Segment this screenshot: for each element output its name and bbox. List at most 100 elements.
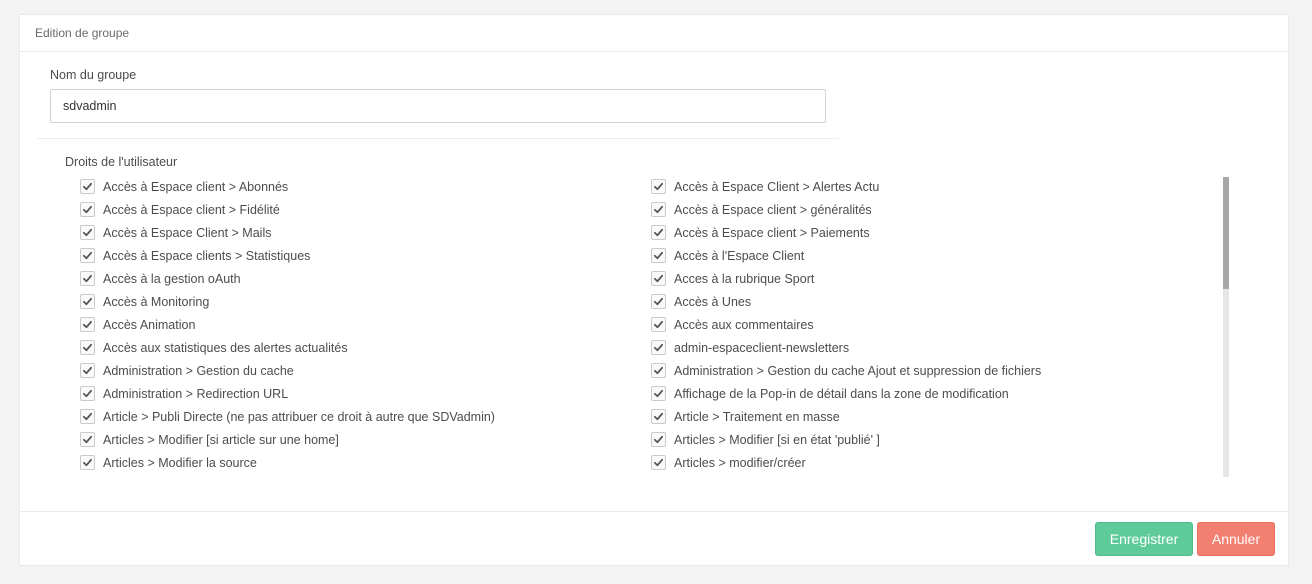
right-checkbox[interactable] — [651, 225, 666, 240]
right-checkbox[interactable] — [651, 432, 666, 447]
right-checkbox[interactable] — [651, 455, 666, 470]
right-checkbox[interactable] — [80, 455, 95, 470]
right-item[interactable]: Accès à Espace client > généralités — [651, 198, 1041, 221]
right-item[interactable]: Articles > Modifier [si en état 'publié'… — [651, 428, 1041, 451]
checkmark-icon — [653, 435, 664, 444]
rights-scrollbar[interactable] — [1223, 177, 1229, 477]
right-checkbox[interactable] — [80, 432, 95, 447]
checkmark-icon — [653, 251, 664, 260]
checkmark-icon — [82, 343, 93, 352]
checkmark-icon — [82, 251, 93, 260]
right-checkbox[interactable] — [651, 179, 666, 194]
rights-list[interactable]: Accès à Espace client > Abonnés Accès à E… — [80, 175, 1230, 477]
right-checkbox[interactable] — [651, 409, 666, 424]
right-label: Accès à Espace Client > Alertes Actu — [674, 179, 880, 194]
right-item[interactable]: Acces à la rubrique Sport — [651, 267, 1041, 290]
checkmark-icon — [82, 182, 93, 191]
checkmark-icon — [82, 458, 93, 467]
right-item[interactable]: Articles > modifier/créer — [651, 451, 1041, 474]
right-label: Accès à Espace clients > Statistiques — [103, 248, 311, 263]
right-checkbox[interactable] — [80, 179, 95, 194]
right-label: Accès à Espace client > généralités — [674, 202, 872, 217]
right-checkbox[interactable] — [80, 409, 95, 424]
right-label: Accès aux commentaires — [674, 317, 814, 332]
right-label: Accès à Unes — [674, 294, 752, 309]
right-checkbox[interactable] — [651, 271, 666, 286]
right-label: Article > Traitement en masse — [674, 409, 840, 424]
right-checkbox[interactable] — [80, 317, 95, 332]
checkmark-icon — [653, 320, 664, 329]
checkmark-icon — [653, 228, 664, 237]
right-item[interactable]: Accès à la gestion oAuth — [80, 267, 495, 290]
right-label: Accès à la gestion oAuth — [103, 271, 241, 286]
right-item[interactable]: Accès à Monitoring — [80, 290, 495, 313]
right-checkbox[interactable] — [651, 202, 666, 217]
right-checkbox[interactable] — [80, 363, 95, 378]
right-checkbox[interactable] — [651, 363, 666, 378]
right-item[interactable]: Accès à Espace client > Fidélité — [80, 198, 495, 221]
scrollbar-thumb[interactable] — [1223, 177, 1229, 289]
right-item[interactable]: admin-espaceclient-newsletters — [651, 336, 1041, 359]
right-item[interactable]: Accès à Espace client > Abonnés — [80, 175, 495, 198]
right-label: Affichage de la Pop-in de détail dans la… — [674, 386, 1009, 401]
right-label: Accès à Espace client > Fidélité — [103, 202, 280, 217]
right-label: Articles > Modifier [si en état 'publié'… — [674, 432, 880, 447]
checkmark-icon — [82, 366, 93, 375]
right-item[interactable]: Administration > Gestion du cache — [80, 359, 495, 382]
right-item[interactable]: Administration > Redirection URL — [80, 382, 495, 405]
checkmark-icon — [82, 205, 93, 214]
checkmark-icon — [653, 343, 664, 352]
right-label: Articles > Modifier la source — [103, 455, 257, 470]
right-item[interactable]: Accès à Espace client > Paiements — [651, 221, 1041, 244]
checkmark-icon — [82, 412, 93, 421]
right-label: Article > Publi Directe (ne pas attribue… — [103, 409, 495, 424]
right-item[interactable]: Article > Publi Directe (ne pas attribue… — [80, 405, 495, 428]
right-checkbox[interactable] — [80, 248, 95, 263]
checkmark-icon — [82, 389, 93, 398]
right-checkbox[interactable] — [651, 386, 666, 401]
right-item[interactable]: Administration > Gestion du cache Ajout … — [651, 359, 1041, 382]
footer-divider — [20, 511, 1288, 512]
right-checkbox[interactable] — [651, 317, 666, 332]
rights-label: Droits de l'utilisateur — [65, 155, 178, 169]
right-item[interactable]: Articles > Modifier [si article sur une … — [80, 428, 495, 451]
right-checkbox[interactable] — [651, 248, 666, 263]
right-checkbox[interactable] — [80, 271, 95, 286]
checkmark-icon — [82, 297, 93, 306]
right-label: Acces à la rubrique Sport — [674, 271, 815, 286]
rights-column-left: Accès à Espace client > Abonnés Accès à E… — [80, 175, 495, 474]
right-label: admin-espaceclient-newsletters — [674, 340, 850, 355]
right-item[interactable]: Accès à Espace Client > Alertes Actu — [651, 175, 1041, 198]
right-item[interactable]: Accès à l'Espace Client — [651, 244, 1041, 267]
right-item[interactable]: Article > Traitement en masse — [651, 405, 1041, 428]
right-label: Accès à l'Espace Client — [674, 248, 805, 263]
group-name-input[interactable] — [50, 89, 826, 123]
checkmark-icon — [653, 389, 664, 398]
right-item[interactable]: Articles > Modifier la source — [80, 451, 495, 474]
right-checkbox[interactable] — [651, 294, 666, 309]
right-item[interactable]: Accès à Unes — [651, 290, 1041, 313]
right-label: Accès à Monitoring — [103, 294, 210, 309]
right-checkbox[interactable] — [80, 294, 95, 309]
group-name-label: Nom du groupe — [50, 68, 137, 82]
right-checkbox[interactable] — [651, 340, 666, 355]
right-item[interactable]: Accès aux commentaires — [651, 313, 1041, 336]
right-item[interactable]: Accès aux statistiques des alertes actua… — [80, 336, 495, 359]
right-item[interactable]: Accès Animation — [80, 313, 495, 336]
right-checkbox[interactable] — [80, 225, 95, 240]
right-checkbox[interactable] — [80, 202, 95, 217]
save-button[interactable]: Enregistrer — [1095, 522, 1193, 556]
checkmark-icon — [653, 458, 664, 467]
right-label: Articles > Modifier [si article sur une … — [103, 432, 339, 447]
divider — [37, 138, 839, 139]
right-item[interactable]: Accès à Espace Client > Mails — [80, 221, 495, 244]
right-item[interactable]: Affichage de la Pop-in de détail dans la… — [651, 382, 1041, 405]
cancel-button[interactable]: Annuler — [1197, 522, 1275, 556]
right-checkbox[interactable] — [80, 340, 95, 355]
checkmark-icon — [82, 228, 93, 237]
checkmark-icon — [82, 274, 93, 283]
right-checkbox[interactable] — [80, 386, 95, 401]
panel-title: Edition de groupe — [20, 15, 1288, 52]
right-label: Accès à Espace client > Abonnés — [103, 179, 289, 194]
right-item[interactable]: Accès à Espace clients > Statistiques — [80, 244, 495, 267]
